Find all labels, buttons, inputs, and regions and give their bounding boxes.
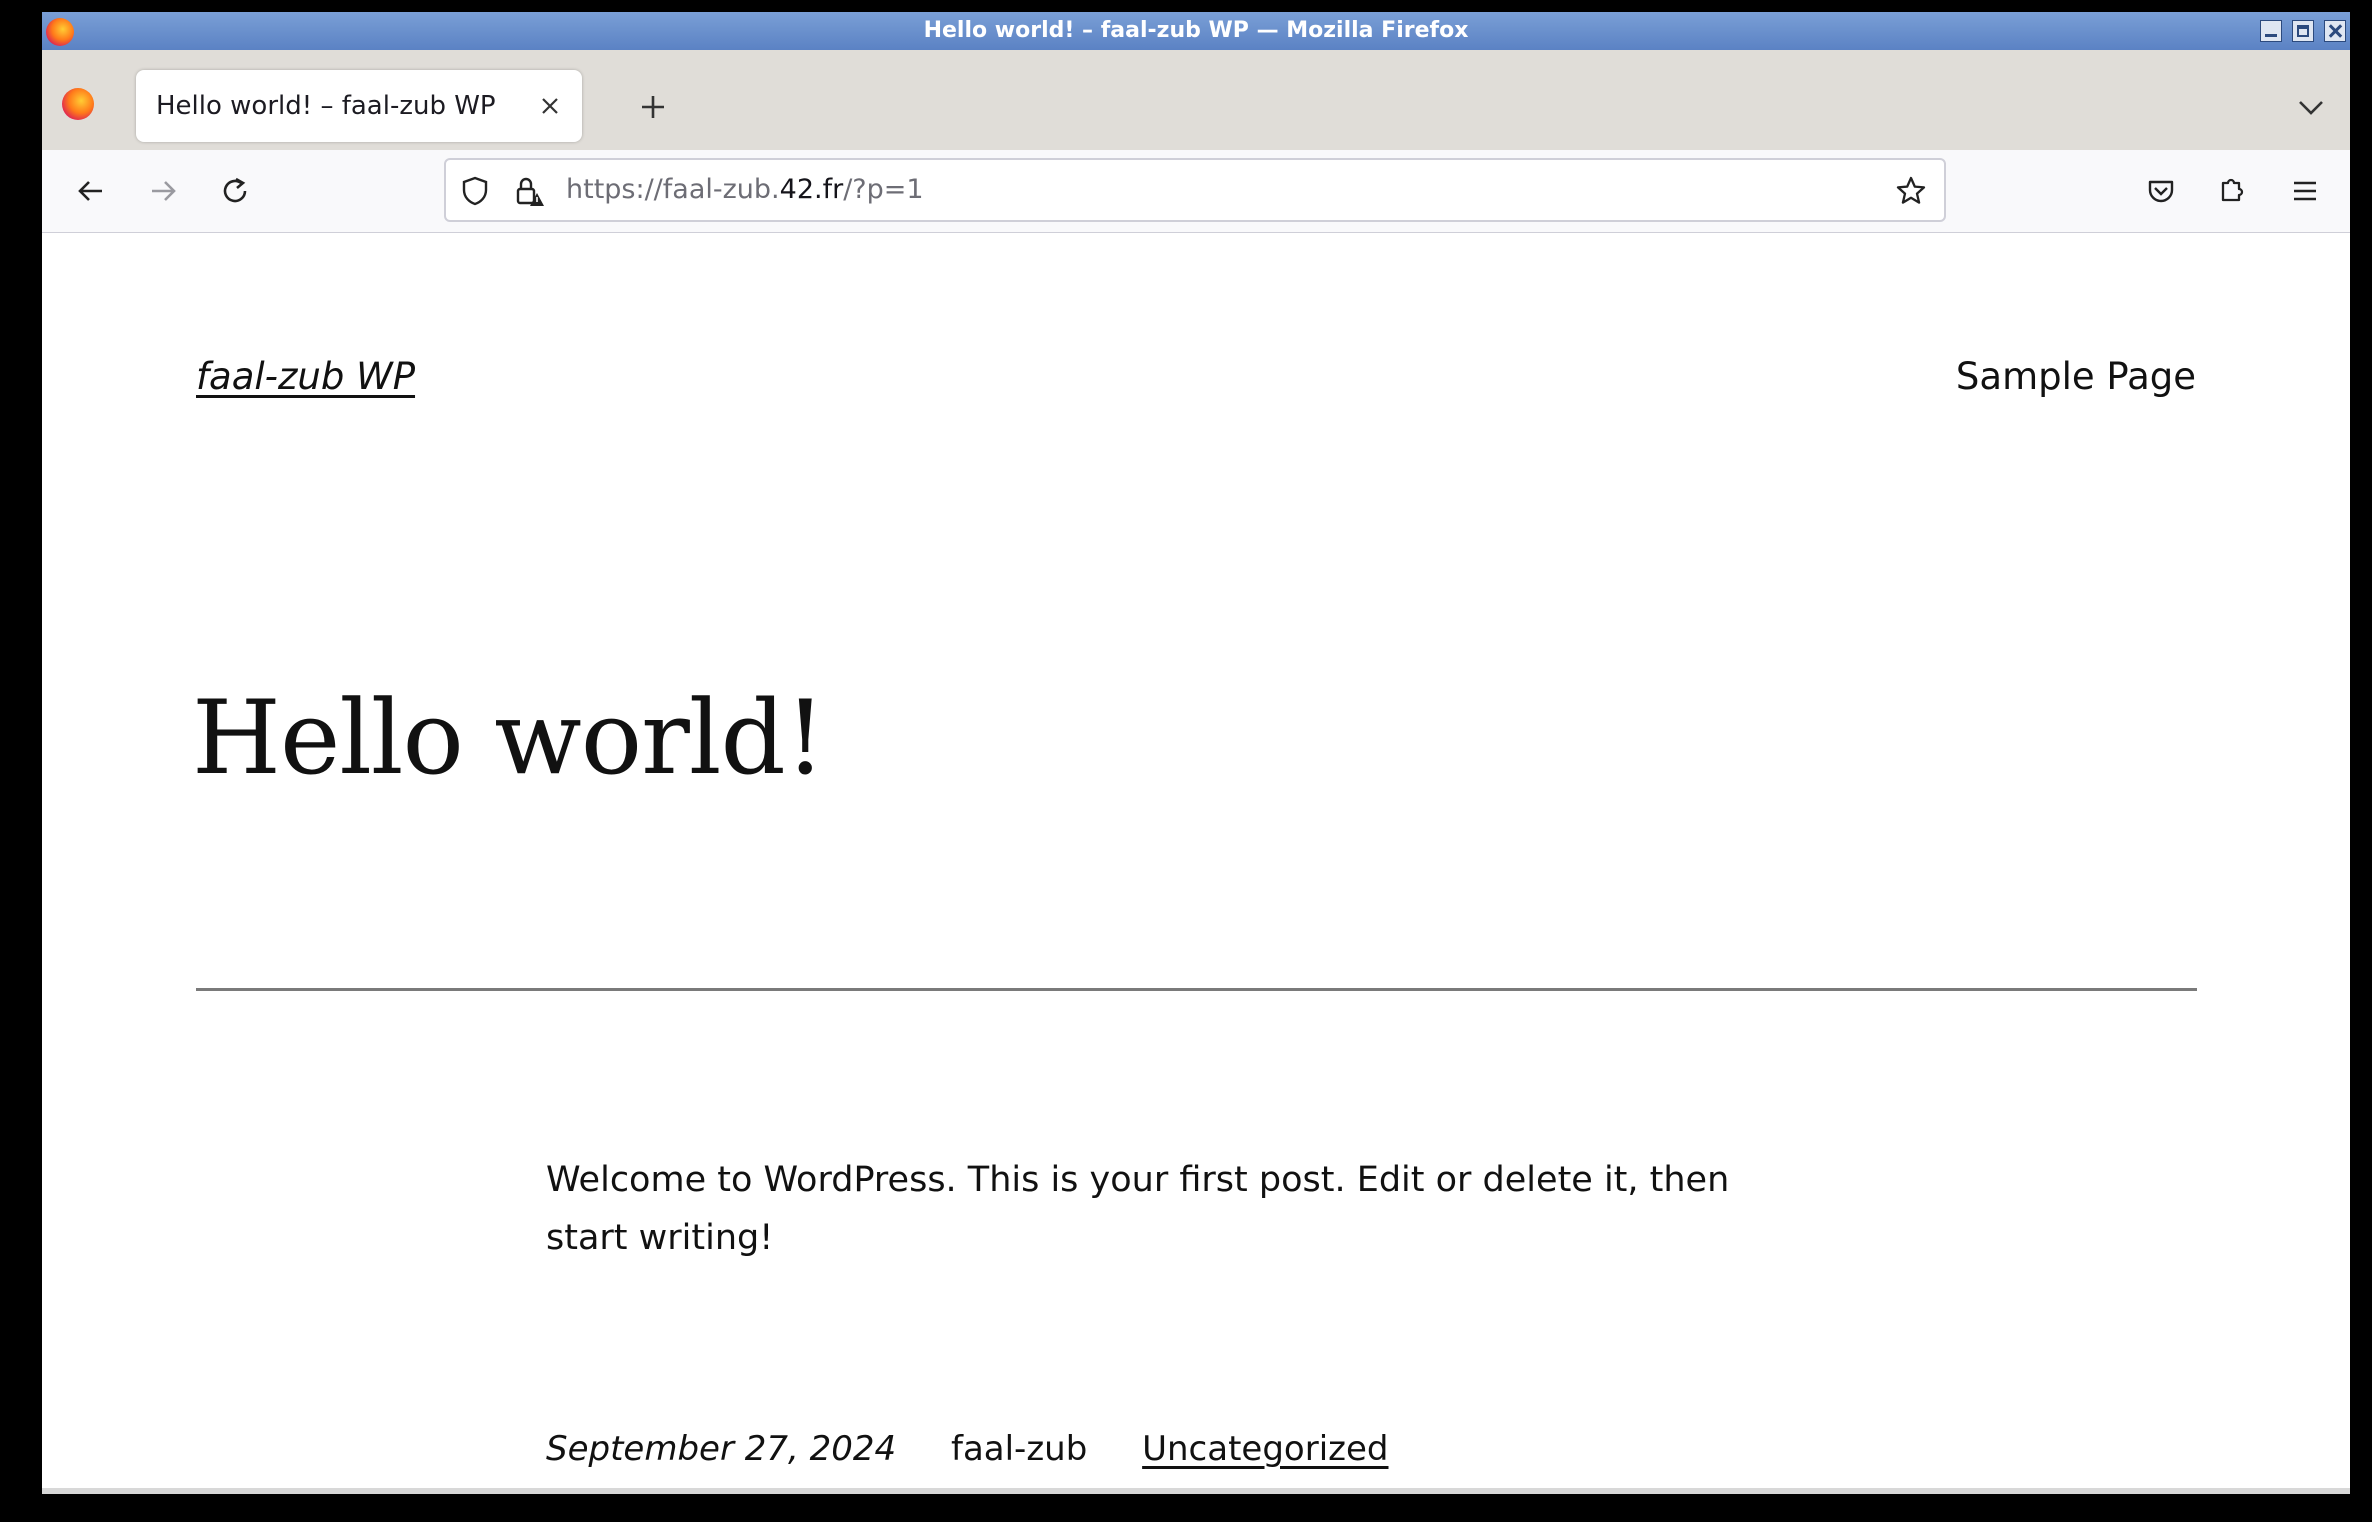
arrow-left-icon[interactable] (74, 174, 108, 208)
post-category-link[interactable]: Uncategorized (1142, 1429, 1388, 1469)
arrow-right-icon[interactable] (146, 174, 180, 208)
window-title: Hello world! – faal-zub WP — Mozilla Fir… (923, 18, 1469, 43)
tab-strip: Hello world! – faal-zub WP (42, 50, 2350, 150)
post-author: faal-zub (950, 1429, 1088, 1469)
post-title: Hello world! (192, 679, 826, 798)
maximize-button[interactable] (2292, 20, 2314, 42)
firefox-view-icon[interactable] (62, 88, 94, 120)
url-text[interactable]: https://faal-zub.42.fr/?p=1 (566, 160, 924, 220)
list-all-tabs-chevron-down-icon[interactable] (2296, 94, 2326, 120)
separator (196, 988, 2197, 991)
navigation-toolbar: https://faal-zub.42.fr/?p=1 (42, 150, 2350, 233)
hamburger-menu-icon[interactable] (2288, 174, 2322, 208)
tab-title: Hello world! – faal-zub WP (156, 91, 496, 121)
tracking-protection-shield-icon[interactable] (458, 174, 492, 208)
browser-window: Hello world! – faal-zub WP — Mozilla Fir… (42, 12, 2350, 1494)
url-host: 42.fr (779, 174, 844, 205)
extensions-icon[interactable] (2216, 174, 2250, 208)
insecure-lock-icon[interactable] (512, 174, 546, 208)
nav-item-sample-page[interactable]: Sample Page (1956, 355, 2196, 398)
window-titlebar[interactable]: Hello world! – faal-zub WP — Mozilla Fir… (42, 12, 2350, 51)
close-window-button[interactable] (2324, 20, 2346, 42)
web-page: faal-zub WP Sample Page Hello world! Wel… (42, 233, 2350, 1494)
url-suffix: /?p=1 (843, 174, 924, 205)
new-tab-plus-icon[interactable] (636, 90, 670, 124)
site-title-link[interactable]: faal-zub WP (196, 355, 415, 398)
page-bottom-edge (42, 1488, 2350, 1494)
minimize-button[interactable] (2260, 20, 2282, 42)
star-icon[interactable] (1894, 174, 1928, 208)
reload-icon[interactable] (218, 174, 252, 208)
pocket-icon[interactable] (2144, 174, 2178, 208)
tab-active[interactable]: Hello world! – faal-zub WP (136, 70, 582, 142)
post-date: September 27, 2024 (546, 1429, 897, 1469)
url-bar[interactable]: https://faal-zub.42.fr/?p=1 (444, 158, 1946, 222)
close-tab-icon[interactable] (536, 92, 564, 120)
post-content: Welcome to WordPress. This is your first… (546, 1160, 1730, 1258)
url-prefix: https://faal-zub. (566, 174, 780, 205)
post-meta: September 27, 2024 faal-zub Uncategorize… (546, 1429, 1389, 1469)
